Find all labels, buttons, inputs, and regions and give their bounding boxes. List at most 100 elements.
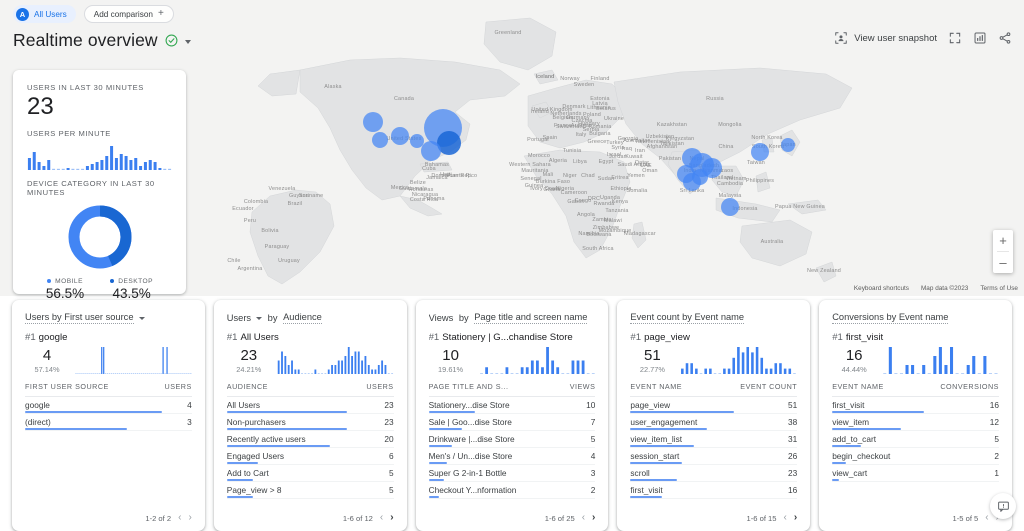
card-dimension-selector[interactable]: Audience [283, 312, 322, 324]
card-dimension-selector[interactable]: Users by First user source [25, 312, 134, 324]
svg-text:Greenland: Greenland [495, 30, 522, 36]
svg-text:Suriname: Suriname [299, 193, 324, 199]
table-row[interactable]: (direct)3 [25, 414, 192, 431]
card-hero-value: 16 [832, 348, 876, 365]
svg-text:Cambodia: Cambodia [717, 181, 743, 187]
feedback-button[interactable] [990, 493, 1016, 519]
table-row[interactable]: begin_checkout2 [832, 448, 999, 465]
insights-icon[interactable] [973, 31, 987, 45]
keyboard-shortcuts-link[interactable]: Keyboard shortcuts [854, 285, 909, 292]
table-row[interactable]: page_view51 [630, 397, 797, 414]
fullscreen-icon[interactable] [948, 31, 962, 45]
card-table-rows: first_visit 16 view_item12add_to_cart5begi… [832, 397, 999, 507]
pagination-prev-button[interactable]: ‹ [784, 513, 787, 523]
row-value: 12 [990, 417, 999, 427]
map-bubble[interactable] [421, 141, 441, 161]
users-per-minute-label: USERS PER MINUTE [27, 129, 172, 138]
row-label: Recently active users [227, 434, 312, 444]
table-row[interactable]: Sale | Goo...dise Store7 [429, 414, 596, 431]
map-bubble[interactable] [692, 169, 708, 185]
device-category-donut [27, 203, 172, 271]
terms-of-use-link[interactable]: Terms of Use [980, 285, 1018, 292]
row-label: first_visit [832, 400, 870, 410]
row-value: 16 [990, 400, 999, 410]
plus-icon: + [158, 9, 164, 19]
card-sparkline [882, 344, 999, 374]
table-row[interactable]: view_item12 [832, 414, 999, 431]
table-row[interactable]: Super G 2-in-1 Bottle3 [429, 465, 596, 482]
table-row[interactable]: All Users23 [227, 397, 394, 414]
card-dimension-selector[interactable]: Conversions by Event name [832, 312, 948, 324]
pagination-next-button[interactable]: › [592, 513, 595, 523]
card-hero: #1first_visit1644.44% [832, 332, 999, 374]
svg-text:Uruguay: Uruguay [278, 258, 300, 264]
chevron-down-icon[interactable] [256, 317, 262, 320]
card-dimension-selector[interactable]: Event count by Event name [630, 312, 744, 324]
row-label: Drinkware |...dise Store [429, 434, 521, 444]
card-metric-selector[interactable]: Views [429, 313, 454, 323]
table-row[interactable]: Checkout Y...nformation2 [429, 482, 596, 499]
map-bubble[interactable] [410, 134, 424, 148]
row-value: 5 [994, 434, 999, 444]
row-label: Page_view > 8 [227, 485, 288, 495]
table-row[interactable]: Drinkware |...dise Store5 [429, 431, 596, 448]
card-dimension-selector[interactable]: Page title and screen name [474, 312, 587, 324]
pagination-text: 1-6 of 25 [545, 514, 575, 523]
row-bar [630, 445, 693, 447]
table-row[interactable]: Stationery...dise Store10 [429, 397, 596, 414]
svg-text:Somalia: Somalia [627, 188, 648, 194]
map-bubble[interactable] [372, 132, 388, 148]
row-bar [227, 462, 259, 464]
row-bar [630, 428, 707, 430]
table-row[interactable]: session_start26 [630, 448, 797, 465]
svg-text:Tajikistan: Tajikistan [660, 141, 684, 147]
map-bubble[interactable] [751, 143, 769, 161]
pagination-prev-button[interactable]: ‹ [178, 513, 181, 523]
card-sparkline [680, 344, 797, 374]
table-row[interactable]: scroll23 [630, 465, 797, 482]
row-label: session_start [630, 451, 685, 461]
row-value: 23 [384, 417, 393, 427]
map-bubble[interactable] [391, 127, 409, 145]
pagination-prev-button[interactable]: ‹ [985, 513, 988, 523]
table-row[interactable]: Page_view > 85 [227, 482, 394, 499]
card-metric-selector[interactable]: Users [227, 313, 251, 323]
table-row[interactable]: google4 [25, 397, 192, 414]
map-bubble[interactable] [721, 198, 739, 216]
chevron-down-icon[interactable] [185, 40, 191, 44]
add-comparison-button[interactable]: Add comparison + [84, 5, 174, 23]
card-table-rows: page_view51user_engagement38view_item_li… [630, 397, 797, 507]
view-user-snapshot-button[interactable]: View user snapshot [834, 31, 937, 45]
map-zoom-out-button[interactable]: – [993, 252, 1013, 273]
table-row[interactable]: view_item_list31 [630, 431, 797, 448]
card-pagination: 1-2 of 2‹› [25, 507, 192, 523]
svg-text:Chile: Chile [227, 258, 240, 264]
all-users-segment-chip[interactable]: A All Users [13, 5, 76, 23]
share-icon[interactable] [998, 31, 1012, 45]
pagination-next-button[interactable]: › [188, 513, 191, 523]
table-row[interactable]: Non-purchasers23 [227, 414, 394, 431]
table-row[interactable]: add_to_cart5 [832, 431, 999, 448]
table-row[interactable]: Men's / Un...dise Store4 [429, 448, 596, 465]
chevron-down-icon[interactable] [139, 317, 145, 320]
legend-item-desktop: DESKTOP 43.5% [110, 278, 153, 301]
pagination-prev-button[interactable]: ‹ [380, 513, 383, 523]
map-zoom-in-button[interactable]: + [993, 230, 1013, 251]
table-row[interactable]: user_engagement38 [630, 414, 797, 431]
svg-text:Eritrea: Eritrea [611, 175, 628, 181]
table-row[interactable]: Engaged Users6 [227, 448, 394, 465]
table-row[interactable]: Recently active users20 [227, 431, 394, 448]
pagination-prev-button[interactable]: ‹ [582, 513, 585, 523]
table-row[interactable]: view_cart1 [832, 465, 999, 482]
row-label: Add to Cart [227, 468, 275, 478]
svg-text:Kuwait: Kuwait [625, 154, 643, 160]
row-bar [227, 496, 254, 498]
table-row[interactable]: first_visit16 [630, 482, 797, 499]
table-row[interactable]: Add to Cart5 [227, 465, 394, 482]
map-bubble[interactable] [781, 138, 795, 152]
pagination-next-button[interactable]: › [794, 513, 797, 523]
pagination-next-button[interactable]: › [390, 513, 393, 523]
map-bubble[interactable] [363, 112, 383, 132]
map-zoom-controls[interactable]: + – [993, 230, 1013, 273]
table-row[interactable]: first_visit 16 [832, 397, 999, 414]
